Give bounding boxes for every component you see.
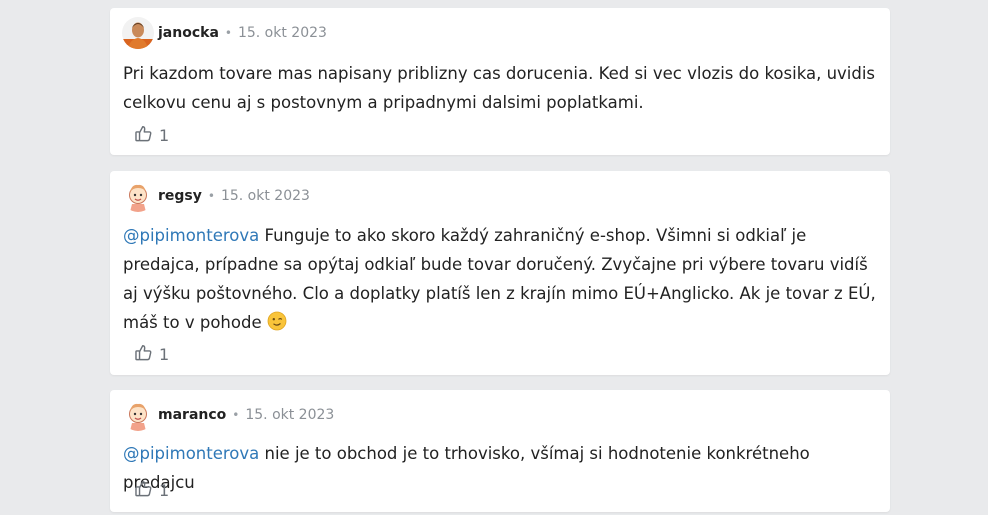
comment-text: @pipimonterova Funguje to ako skoro každ…	[123, 221, 876, 340]
comment-date: 15. okt 2023	[237, 25, 327, 41]
comment-text: Pri kazdom tovare mas napisany priblizny…	[123, 59, 876, 117]
like-button[interactable]: 1	[134, 343, 169, 365]
like-count: 1	[159, 344, 170, 364]
comment-card: janocka • 15. okt 2023 Pri kazdom tovare…	[110, 8, 890, 155]
like-button[interactable]: 1	[134, 479, 169, 501]
like-count: 1	[159, 125, 170, 145]
thumbs-up-icon	[134, 124, 153, 147]
thumbs-up-icon	[134, 343, 153, 366]
comment-date: 15. okt 2023	[220, 188, 310, 204]
comment-author[interactable]: regsy	[158, 188, 202, 204]
meta-separator: •	[232, 408, 240, 422]
comment-card: maranco • 15. okt 2023 @pipimonterova ni…	[110, 390, 890, 512]
like-count: 1	[159, 480, 170, 500]
user-mention-link[interactable]: @pipimonterova	[123, 226, 259, 245]
comment-text: @pipimonterova nie je to obchod je to tr…	[123, 439, 876, 497]
thumbs-up-icon	[134, 479, 153, 502]
comment-date: 15. okt 2023	[245, 407, 335, 423]
comment-author[interactable]: janocka	[158, 25, 219, 41]
meta-separator: •	[207, 189, 215, 203]
meta-separator: •	[224, 26, 232, 40]
comment-header: regsy • 15. okt 2023	[122, 180, 310, 212]
comment-body: Pri kazdom tovare mas napisany priblizny…	[123, 64, 876, 112]
like-button[interactable]: 1	[134, 124, 169, 146]
user-photo-avatar[interactable]	[122, 17, 154, 49]
comment-card: regsy • 15. okt 2023 @pipimonterova Fung…	[110, 171, 890, 375]
winking-face-emoji	[267, 311, 287, 340]
comment-header: maranco • 15. okt 2023	[122, 399, 335, 431]
comment-author[interactable]: maranco	[158, 407, 226, 423]
cartoon-child-avatar[interactable]	[122, 399, 154, 431]
cartoon-child-avatar[interactable]	[122, 180, 154, 212]
comment-header: janocka • 15. okt 2023	[122, 17, 327, 49]
user-mention-link[interactable]: @pipimonterova	[123, 444, 259, 463]
